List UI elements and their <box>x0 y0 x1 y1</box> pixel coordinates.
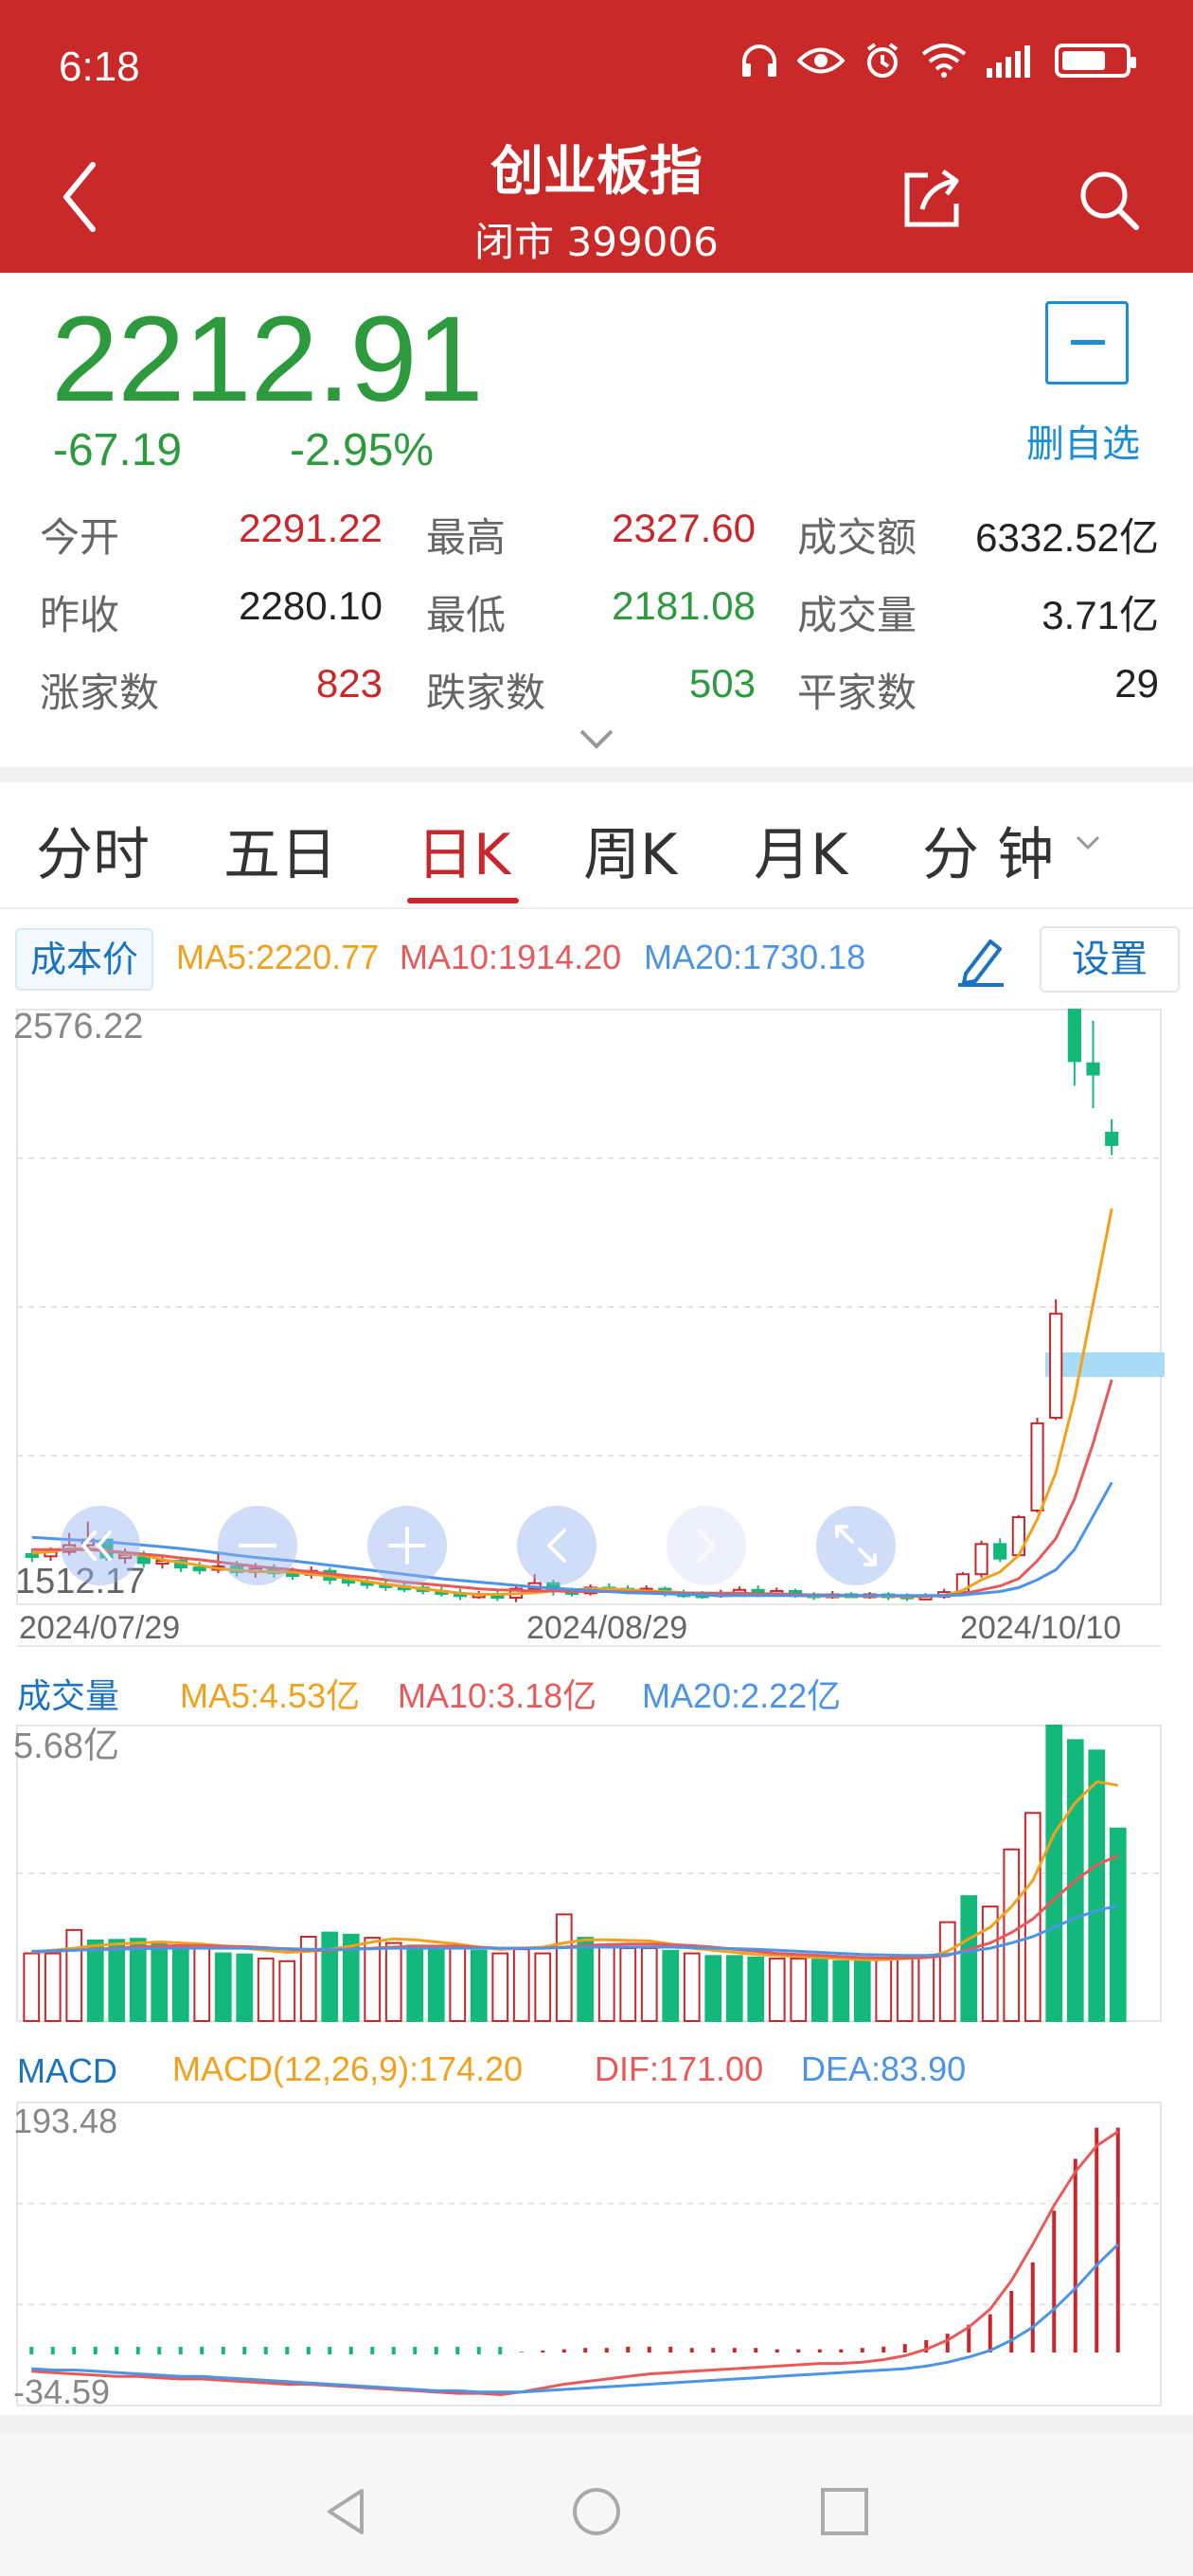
volume-bar <box>555 1913 573 2023</box>
volume-bar <box>725 1955 743 2023</box>
macd-ymin-label: -34.59 <box>13 2372 110 2411</box>
candle-body <box>974 1543 988 1576</box>
volume-bar <box>470 1949 488 2022</box>
volume-bar <box>23 1952 41 2022</box>
scroll-left-fast-icon[interactable] <box>61 1506 140 1585</box>
macd-frame <box>16 2102 1162 2406</box>
kline-ymax-label: 2576.22 <box>13 1007 143 1046</box>
volume-bar <box>129 1938 147 2023</box>
volume-bar <box>938 1921 956 2022</box>
volume-bar <box>683 1952 701 2022</box>
volume-bar <box>1088 1749 1106 2022</box>
volume-bar <box>65 1928 83 2023</box>
zoom-out-icon[interactable] <box>218 1506 297 1585</box>
volume-bar <box>406 1944 424 2022</box>
volume-bar <box>832 1959 850 2023</box>
volume-bar <box>427 1947 445 2023</box>
volume-bar <box>810 1959 828 2023</box>
candle-body <box>1067 1009 1081 1063</box>
volume-bar <box>86 1939 104 2022</box>
candle-body <box>1049 1313 1063 1419</box>
candle-body <box>1030 1422 1044 1512</box>
volume-bar <box>278 1959 296 2023</box>
volume-bar <box>321 1931 339 2023</box>
candle-body <box>993 1543 1007 1560</box>
volume-bar <box>896 1956 914 2022</box>
volume-bar <box>257 1958 275 2022</box>
volume-bar <box>171 1944 189 2022</box>
zoom-in-icon[interactable] <box>367 1506 447 1585</box>
nav-home-icon[interactable] <box>570 2485 623 2538</box>
cost-price-band <box>1045 1352 1165 1377</box>
volume-bar <box>662 1949 680 2022</box>
macd-dea-line <box>31 2243 1119 2394</box>
volume-bar <box>853 1959 871 2023</box>
volume-bar <box>449 1947 467 2023</box>
volume-ymax-label: 5.68亿 <box>13 1726 119 1766</box>
volume-bar <box>960 1895 978 2023</box>
volume-bar <box>640 1947 658 2023</box>
candle-body <box>25 1552 39 1558</box>
scroll-left-icon-circle <box>517 1506 596 1585</box>
kline-xtick-label: 2024/07/29 <box>19 1610 180 1646</box>
volume-bar <box>768 1958 786 2022</box>
fullscreen-icon-circle <box>816 1506 896 1585</box>
macd-ymax-label: 193.48 <box>13 2102 117 2140</box>
volume-bar <box>151 1941 169 2023</box>
kline-xtick-label: 2024/10/10 <box>960 1610 1121 1646</box>
volume-bar <box>193 1947 211 2023</box>
scroll-right-icon[interactable] <box>667 1506 746 1585</box>
volume-bar <box>534 1952 552 2022</box>
volume-bar <box>704 1955 722 2023</box>
volume-bar <box>790 1958 808 2022</box>
volume-bar <box>384 1941 402 2023</box>
volume-bar <box>619 1947 637 2023</box>
kline-xtick-label: 2024/08/29 <box>526 1610 687 1646</box>
section-divider <box>0 2415 1193 2434</box>
macd-dif-line <box>31 2130 1119 2397</box>
nav-recents-icon[interactable] <box>818 2485 871 2538</box>
volume-bar <box>364 1937 382 2022</box>
volume-bar <box>875 1958 893 2022</box>
volume-bar <box>108 1939 126 2022</box>
candle-body <box>192 1566 206 1572</box>
charts-svg: 2576.221512.172024/07/29 2024/08/29 2024/1… <box>13 1007 1165 2411</box>
candle-body <box>1086 1062 1100 1076</box>
fullscreen-icon[interactable] <box>816 1506 896 1585</box>
volume-bar <box>597 1946 615 2022</box>
volume-bar <box>747 1956 765 2022</box>
volume-bar <box>577 1937 595 2022</box>
scroll-right-icon-circle <box>667 1506 746 1585</box>
volume-bar <box>214 1952 232 2022</box>
volume-bar <box>512 1948 530 2023</box>
volume-bar <box>491 1952 509 2022</box>
nav-back-icon[interactable] <box>320 2485 373 2538</box>
scroll-left-icon[interactable] <box>517 1506 596 1585</box>
volume-bar <box>1045 1725 1063 2022</box>
volume-bar <box>1024 1812 1042 2023</box>
volume-bar <box>236 1953 254 2023</box>
volume-bar <box>44 1952 62 2022</box>
candle-body <box>1105 1131 1119 1146</box>
volume-bar <box>917 1955 935 2023</box>
